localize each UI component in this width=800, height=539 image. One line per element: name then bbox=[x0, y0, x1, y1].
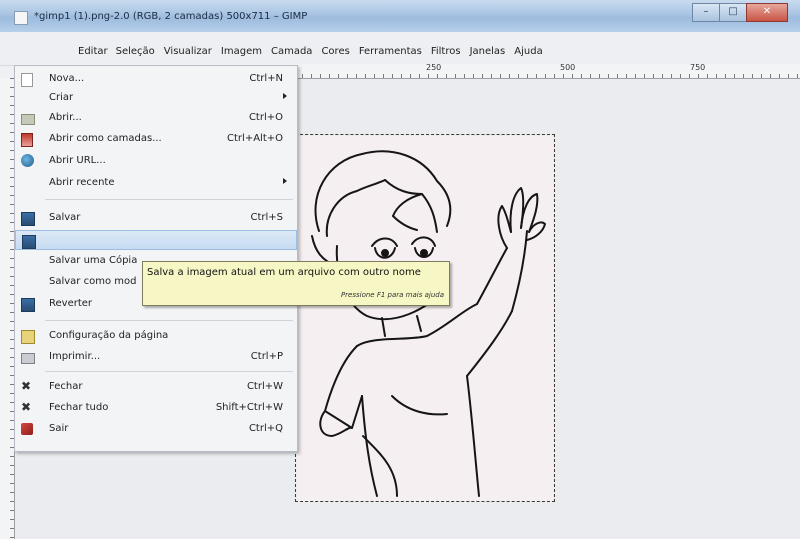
menu-imagem[interactable]: Imagem bbox=[221, 46, 262, 57]
globe-icon bbox=[21, 154, 34, 167]
menu-item-label: Fechar tudo bbox=[49, 402, 109, 413]
tooltip: Salva a imagem atual em um arquivo com o… bbox=[142, 261, 450, 306]
menu-item-label: Fechar bbox=[49, 381, 83, 392]
menu-item-label: Abrir recente bbox=[49, 177, 115, 188]
menu-item-abrir[interactable]: Abrir... Ctrl+O bbox=[15, 108, 297, 128]
menu-item-shortcut: Ctrl+S bbox=[250, 212, 283, 223]
menu-bar: Editar Seleção Visualizar Imagem Camada … bbox=[0, 32, 800, 66]
menu-item-shortcut: Ctrl+O bbox=[248, 112, 283, 123]
menu-item-criar[interactable]: Criar bbox=[15, 88, 297, 108]
menu-editar[interactable]: Editar bbox=[78, 46, 108, 57]
menu-item-label: Salvar bbox=[49, 212, 81, 223]
menu-item-label: Configuração da página bbox=[49, 330, 169, 341]
menu-item-nova[interactable]: Nova... Ctrl+N bbox=[15, 69, 297, 89]
menu-item-label: Salvar como mod bbox=[49, 276, 137, 287]
close-all-icon: ✖ bbox=[21, 400, 32, 414]
menu-item-abrir-recente[interactable]: Abrir recente bbox=[15, 173, 297, 193]
menu-item-label: Criar bbox=[49, 92, 74, 103]
image-canvas[interactable] bbox=[297, 136, 553, 501]
menu-item-sair[interactable]: Sair Ctrl+Q bbox=[15, 419, 297, 439]
submenu-arrow-icon bbox=[283, 93, 287, 99]
menu-item-shortcut: Shift+Ctrl+W bbox=[215, 402, 283, 413]
menu-separator bbox=[45, 199, 293, 200]
menu-item-shortcut: Ctrl+W bbox=[246, 381, 283, 392]
menu-item-abrir-camadas[interactable]: Abrir como camadas... Ctrl+Alt+O bbox=[15, 129, 297, 149]
menu-item-shortcut: Ctrl+Alt+O bbox=[227, 133, 283, 144]
gimp-app-icon bbox=[14, 11, 28, 25]
menu-item-fechar-tudo[interactable]: ✖ Fechar tudo Shift+Ctrl+W bbox=[15, 398, 297, 418]
drawing-figure bbox=[311, 150, 546, 497]
menu-item-label: Imprimir... bbox=[49, 351, 101, 362]
menu-item-label: Nova... bbox=[49, 73, 85, 84]
menu-item-shortcut: Ctrl+N bbox=[249, 73, 283, 84]
menu-item-salvar[interactable]: Salvar Ctrl+S bbox=[15, 208, 297, 228]
menu-ferramentas[interactable]: Ferramentas bbox=[359, 46, 422, 57]
menu-filtros[interactable]: Filtros bbox=[431, 46, 461, 57]
window-controls: – □ ✕ bbox=[692, 3, 788, 22]
menu-item-abrir-url[interactable]: Abrir URL... bbox=[15, 151, 297, 171]
minimize-button[interactable]: – bbox=[692, 3, 720, 22]
menu-item-salvar-como[interactable] bbox=[15, 230, 297, 250]
menu-janelas[interactable]: Janelas bbox=[470, 46, 506, 57]
menu-visualizar[interactable]: Visualizar bbox=[164, 46, 212, 57]
menu-selecao[interactable]: Seleção bbox=[116, 46, 155, 57]
save-as-icon bbox=[22, 235, 36, 249]
tooltip-hint: Pressione F1 para mais ajuda bbox=[340, 291, 444, 299]
tooltip-text: Salva a imagem atual em um arquivo com o… bbox=[147, 267, 421, 278]
menu-cores[interactable]: Cores bbox=[321, 46, 349, 57]
save-icon bbox=[21, 212, 35, 226]
menu-camada[interactable]: Camada bbox=[271, 46, 312, 57]
close-icon: ✖ bbox=[21, 379, 32, 393]
menu-item-label: Abrir como camadas... bbox=[49, 133, 162, 144]
menu-item-fechar[interactable]: ✖ Fechar Ctrl+W bbox=[15, 377, 297, 397]
menu-item-label: Sair bbox=[49, 423, 69, 434]
menu-ajuda[interactable]: Ajuda bbox=[514, 46, 542, 57]
menu-item-label: Abrir... bbox=[49, 112, 82, 123]
open-folder-icon bbox=[21, 114, 35, 125]
menu-item-shortcut: Ctrl+P bbox=[250, 351, 283, 362]
menu-item-shortcut: Ctrl+Q bbox=[248, 423, 283, 434]
maximize-button[interactable]: □ bbox=[719, 3, 747, 22]
window-title: *gimp1 (1).png-2.0 (RGB, 2 camadas) 500x… bbox=[34, 11, 308, 22]
close-window-button[interactable]: ✕ bbox=[746, 3, 788, 22]
revert-icon bbox=[21, 298, 35, 312]
ruler-label-750: 750 bbox=[690, 63, 706, 72]
menu-separator bbox=[45, 320, 293, 321]
menu-item-label: Abrir URL... bbox=[49, 155, 106, 166]
menu-separator bbox=[45, 371, 293, 372]
submenu-arrow-icon bbox=[283, 178, 287, 184]
title-bar[interactable]: *gimp1 (1).png-2.0 (RGB, 2 camadas) 500x… bbox=[0, 0, 800, 32]
vertical-ruler[interactable] bbox=[0, 78, 15, 539]
new-document-icon bbox=[21, 73, 33, 87]
page-setup-icon bbox=[21, 330, 35, 344]
gimp-window: *gimp1 (1).png-2.0 (RGB, 2 camadas) 500x… bbox=[0, 0, 800, 539]
file-menu-dropdown: Nova... Ctrl+N Criar Abrir... Ctrl+O Abr… bbox=[14, 65, 298, 452]
menu-item-label: Salvar uma Cópia bbox=[49, 255, 138, 266]
open-layers-icon bbox=[21, 133, 33, 147]
printer-icon bbox=[21, 353, 35, 364]
menu-item-imprimir[interactable]: Imprimir... Ctrl+P bbox=[15, 347, 297, 367]
menu-item-label: Reverter bbox=[49, 298, 93, 309]
ruler-label-250: 250 bbox=[426, 63, 442, 72]
quit-icon bbox=[21, 423, 33, 435]
ruler-label-500: 500 bbox=[560, 63, 576, 72]
menu-item-configuracao-pagina[interactable]: Configuração da página bbox=[15, 326, 297, 346]
